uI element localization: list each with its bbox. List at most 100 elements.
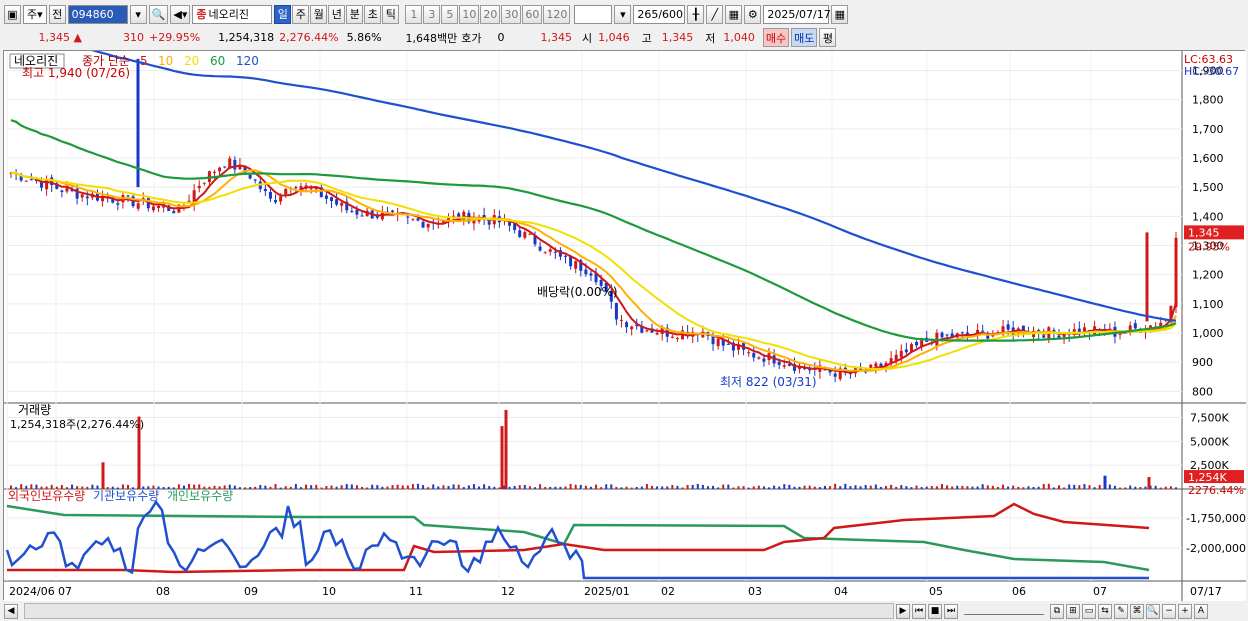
link-icon[interactable]: ⌘ [1130, 603, 1144, 619]
holding-legend-1: 기관보유수량 [93, 489, 159, 503]
gear-icon[interactable]: ⚙ [744, 4, 762, 24]
volume-rate: 2,276.44% [279, 31, 339, 44]
volume-bar [986, 485, 989, 489]
volume-bar [778, 486, 781, 489]
first-icon[interactable]: ⏮ [912, 603, 926, 619]
candle-body [523, 232, 527, 238]
code-input[interactable]: 094860 [67, 4, 128, 24]
minus-icon[interactable]: − [1162, 603, 1176, 619]
volume-bar [315, 484, 318, 489]
search-icon[interactable]: 🔍 [148, 4, 169, 24]
toolbar: ▣ 주 ▾ 전 094860 ▾ 🔍 ◀▾ 종 네오리진 일주월년분초틱 1 3 5 10… [0, 2, 1248, 26]
minute-tab-3[interactable]: 3 [423, 4, 441, 24]
volume-bar [1159, 487, 1162, 489]
candle-body [1174, 237, 1178, 308]
candle-body [65, 187, 69, 192]
minute-tab-1[interactable]: 1 [405, 4, 423, 24]
text-icon[interactable]: A [1194, 603, 1208, 619]
period-tab-0[interactable]: 일 [274, 4, 292, 24]
volume-bar [615, 486, 618, 489]
minute-tab-10[interactable]: 10 [459, 4, 480, 24]
period-tab-4[interactable]: 분 [346, 4, 364, 24]
scroll-left-icon[interactable]: ◀ [4, 603, 18, 619]
stop-icon[interactable]: ■ [928, 603, 942, 619]
scroll-right-icon[interactable]: ▶ [896, 603, 910, 619]
volume-bar [610, 484, 613, 489]
minute-custom-input[interactable] [574, 4, 613, 24]
period-tab-5[interactable]: 초 [364, 4, 382, 24]
volume-bar [371, 484, 374, 489]
last-icon[interactable]: ⏭ [944, 603, 958, 619]
count-input[interactable]: 265/600 [633, 4, 686, 24]
volume-bar [1068, 484, 1071, 489]
minute-tab-120[interactable]: 120 [543, 4, 571, 24]
volume-bar [401, 485, 404, 489]
buy-button[interactable]: 매수 [762, 28, 790, 47]
stock-chart: 1,9001,8001,7001,6001,5001,4001,3001,200… [4, 22, 1246, 601]
eval-button[interactable]: 평 [819, 28, 837, 47]
calendar-icon[interactable]: ▦ [831, 4, 849, 24]
prev-button[interactable]: 전 [48, 4, 66, 24]
candle-icon[interactable]: ╂ [687, 4, 705, 24]
market-select[interactable]: 주 ▾ [23, 4, 47, 24]
candle-body [309, 188, 313, 190]
date-input[interactable]: 2025/07/17 [763, 4, 831, 24]
zoom-slider[interactable] [964, 607, 1044, 615]
candle-body [40, 182, 44, 188]
volume-bar [783, 484, 786, 489]
volume-bar [706, 486, 709, 489]
x-tick-label: 03 [748, 585, 762, 598]
volume-bar [1119, 487, 1122, 489]
draw-icon[interactable]: ✎ [1114, 603, 1128, 619]
minute-tab-20[interactable]: 20 [480, 4, 501, 24]
period-tab-3[interactable]: 년 [328, 4, 346, 24]
volume-bar [640, 486, 643, 489]
candle-body [233, 159, 237, 170]
chart-area[interactable]: 1,900 1,800 1,700 1,600 1,500 1,400 1,300 1,200… [3, 22, 1246, 601]
period-tab-2[interactable]: 월 [310, 4, 328, 24]
volume-bar [1037, 486, 1040, 489]
speaker-icon[interactable]: ◀▾ [170, 4, 191, 24]
volume-tick-label: 5,000K [1190, 435, 1229, 448]
name-field[interactable]: 종 네오리진 [192, 4, 273, 24]
scrollbar[interactable] [24, 603, 894, 619]
volume-bar [411, 484, 414, 489]
line-chart-icon[interactable]: ╱ [706, 4, 724, 24]
candle-body [960, 332, 964, 334]
candle-body [915, 341, 919, 346]
volume-bar [793, 486, 796, 489]
candle-body [655, 332, 659, 335]
volume-bar [1129, 485, 1132, 489]
candle-body [136, 203, 140, 209]
window-icon[interactable]: ▣ [4, 4, 21, 24]
zoom-icon[interactable]: 🔍 [1146, 603, 1160, 619]
candle-body [172, 211, 176, 214]
volume-bar [712, 485, 715, 489]
volume-bar [905, 486, 908, 489]
candle-body [538, 246, 542, 251]
volume-bar [554, 486, 557, 489]
chevron-down-icon[interactable]: ▾ [614, 4, 632, 24]
period-tab-6[interactable]: 틱 [382, 4, 400, 24]
toggle-icon[interactable]: ⇆ [1098, 603, 1112, 619]
screen-icon[interactable]: ▭ [1082, 603, 1096, 619]
volume-bar [467, 485, 470, 489]
volume-bar [1042, 484, 1045, 489]
candle-body [564, 255, 568, 257]
save-icon[interactable]: ▦ [725, 4, 743, 24]
candle-body [202, 182, 206, 184]
minute-tab-60[interactable]: 60 [522, 4, 543, 24]
sell-button[interactable]: 매도 [791, 28, 818, 47]
candle-body [335, 199, 339, 205]
volume-bar [1022, 487, 1025, 489]
volume-bar [1002, 484, 1005, 489]
volume-bar [381, 486, 384, 489]
period-tab-1[interactable]: 주 [292, 4, 310, 24]
dropdown-icon[interactable]: ▾ [129, 4, 147, 24]
candle-body [197, 185, 201, 189]
grid-icon[interactable]: ⊞ [1066, 603, 1080, 619]
minute-tab-30[interactable]: 30 [501, 4, 522, 24]
minute-tab-5[interactable]: 5 [441, 4, 459, 24]
plus-icon[interactable]: + [1178, 603, 1192, 619]
layout-icon[interactable]: ⧉ [1050, 603, 1064, 619]
